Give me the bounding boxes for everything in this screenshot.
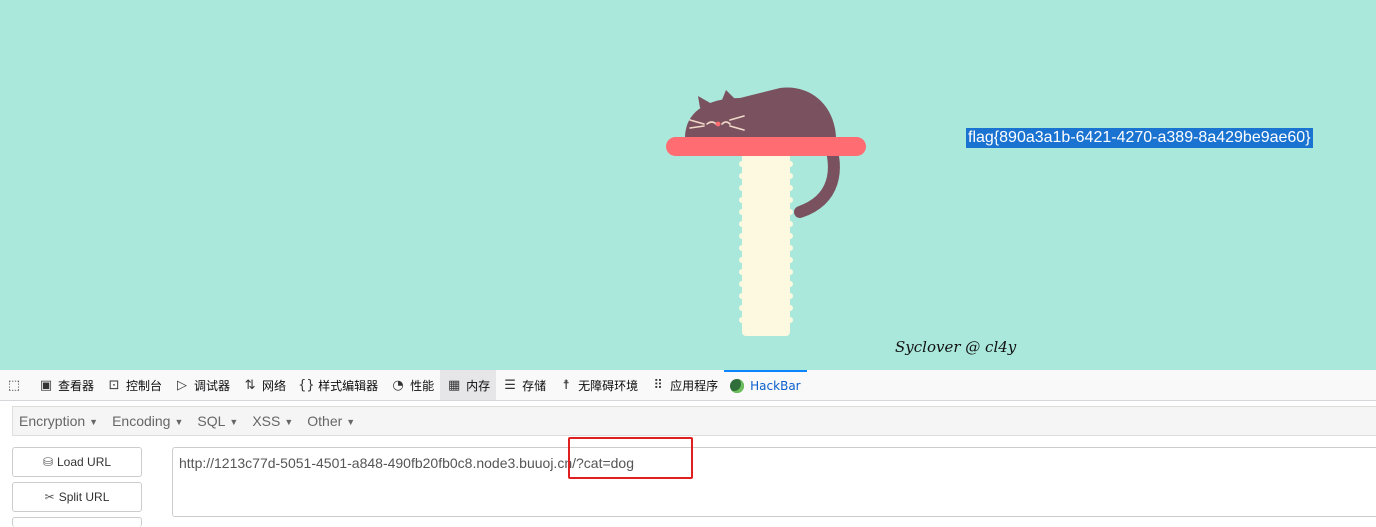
menu-xss[interactable]: XSS ▼ <box>252 413 293 429</box>
caret-down-icon: ▼ <box>89 417 99 428</box>
inspector-icon: ▣ <box>39 377 53 393</box>
tab-application[interactable]: ⠿ 应用程序 <box>644 370 724 400</box>
tab-label: 网络 <box>262 378 287 393</box>
tab-label: 性能 <box>410 378 435 393</box>
load-icon: ⛁ <box>42 455 53 469</box>
web-page: flag{890a3a1b-6421-4270-a389-8a429be9ae6… <box>0 0 1376 370</box>
flag-text-selected: flag{890a3a1b-6421-4270-a389-8a429be9ae6… <box>966 128 1313 148</box>
scratching-post <box>739 150 793 336</box>
tab-pick-element[interactable]: ⬚ <box>0 370 32 400</box>
pick-element-icon: ⬚ <box>7 377 21 393</box>
url-text: http://1213c77d-5051-4501-a848-490fb20fb… <box>179 455 634 471</box>
tab-label: 调试器 <box>194 378 231 393</box>
accessibility-icon: ☨ <box>562 377 570 393</box>
cat-on-post-illustration <box>666 87 866 336</box>
hackbar-icon <box>730 379 745 393</box>
application-icon: ⠿ <box>653 377 663 393</box>
tab-inspector[interactable]: ▣ 查看器 <box>32 370 100 400</box>
performance-icon: ◔ <box>392 377 404 393</box>
tab-label: 无障碍环境 <box>578 378 639 393</box>
hackbar-menu: Encryption ▼ Encoding ▼ SQL ▼ XSS ▼ Other ▼ <box>12 406 1376 436</box>
tab-network[interactable]: ⇅ 网络 <box>236 370 292 400</box>
tab-label: 样式编辑器 <box>318 378 379 393</box>
tab-memory[interactable]: ▦ 内存 <box>440 370 497 400</box>
tab-hackbar[interactable]: HackBar <box>724 370 807 400</box>
tab-label: 存储 <box>522 378 547 393</box>
tab-label: 控制台 <box>126 378 163 393</box>
credit-text: Syclover @ cl4y <box>895 338 1017 356</box>
menu-encoding[interactable]: Encoding ▼ <box>112 413 183 429</box>
caret-down-icon: ▼ <box>174 417 184 428</box>
tab-label: 查看器 <box>58 378 95 393</box>
tab-console[interactable]: ⊡ 控制台 <box>100 370 168 400</box>
menu-other[interactable]: Other ▼ <box>307 413 355 429</box>
tab-label: HackBar <box>750 379 801 393</box>
caret-down-icon: ▼ <box>346 417 356 428</box>
console-icon: ⊡ <box>108 377 120 393</box>
url-input[interactable]: http://1213c77d-5051-4501-a848-490fb20fb… <box>172 447 1376 517</box>
tab-accessibility[interactable]: ☨ 无障碍环境 <box>552 370 644 400</box>
load-url-button[interactable]: ⛁ Load URL <box>12 447 142 477</box>
tab-debugger[interactable]: ▷ 调试器 <box>168 370 236 400</box>
tab-label: 应用程序 <box>670 378 719 393</box>
highlight-box <box>568 437 693 479</box>
memory-icon: ▦ <box>447 377 461 393</box>
storage-icon: ☰ <box>504 377 516 393</box>
devtools-toolbar: ⬚ ▣ 查看器 ⊡ 控制台 ▷ 调试器 ⇅ 网络 {} 样式编辑器 ◔ 性能 ▦… <box>0 370 1376 401</box>
shelf <box>666 137 866 156</box>
tab-performance[interactable]: ◔ 性能 <box>384 370 440 400</box>
tab-style-editor[interactable]: {} 样式编辑器 <box>292 370 384 400</box>
scissors-icon: ✂ <box>44 490 55 504</box>
tab-storage[interactable]: ☰ 存储 <box>496 370 552 400</box>
split-url-button[interactable]: ✂ Split URL <box>12 482 142 512</box>
debugger-icon: ▷ <box>177 377 188 393</box>
network-icon: ⇅ <box>244 377 256 393</box>
caret-down-icon: ▼ <box>284 417 294 428</box>
caret-down-icon: ▼ <box>229 417 239 428</box>
menu-encryption[interactable]: Encryption ▼ <box>19 413 98 429</box>
menu-sql[interactable]: SQL ▼ <box>197 413 238 429</box>
execute-button[interactable] <box>12 517 142 527</box>
tab-label: 内存 <box>466 378 491 393</box>
style-editor-icon: {} <box>298 377 315 393</box>
